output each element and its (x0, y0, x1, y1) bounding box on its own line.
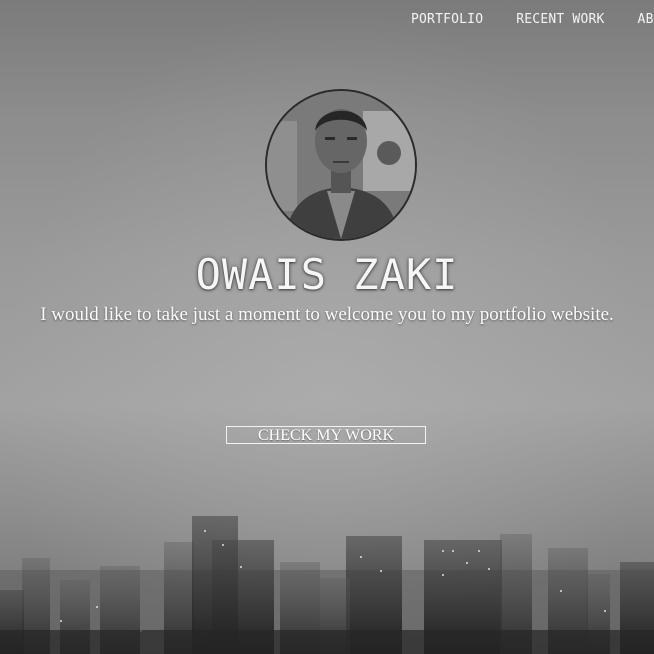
check-my-work-button[interactable]: CHECK MY WORK (226, 426, 426, 444)
top-navigation: PORTFOLIO RECENT WORK ABOUT (411, 10, 654, 30)
profile-avatar (265, 89, 417, 241)
city-skyline-image (0, 516, 654, 654)
nav-link-recent-work[interactable]: RECENT WORK (516, 12, 604, 27)
nav-link-about[interactable]: ABOUT (638, 12, 654, 27)
welcome-tagline: I would like to take just a moment to we… (40, 304, 614, 325)
nav-link-portfolio[interactable]: PORTFOLIO (411, 12, 483, 27)
profile-photo (267, 91, 415, 239)
profile-name: OWAIS ZAKI (195, 250, 459, 299)
